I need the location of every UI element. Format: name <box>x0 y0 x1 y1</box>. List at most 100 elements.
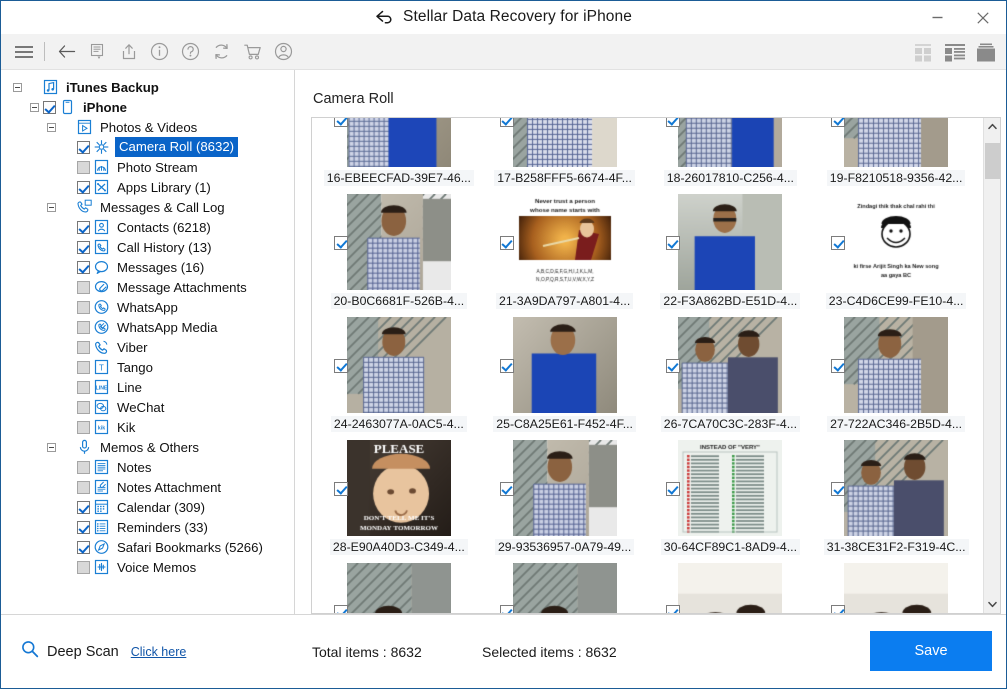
thumbnail-image[interactable] <box>512 118 617 167</box>
thumbnail-checkbox[interactable] <box>499 359 514 373</box>
thumbnail-checkbox[interactable] <box>499 118 514 127</box>
thumbnail-checkbox[interactable] <box>499 482 514 496</box>
sidebar-item-memos-others[interactable]: Memos & Others <box>1 437 294 457</box>
sidebar-item-messages-call-log[interactable]: Messages & Call Log <box>1 197 294 217</box>
item-checkbox[interactable] <box>77 420 90 434</box>
item-checkbox[interactable] <box>77 500 90 514</box>
item-checkbox[interactable] <box>77 540 90 554</box>
thumbnail-cell[interactable]: 30-64CF89C1-8AD9-4... <box>648 437 814 560</box>
save-button[interactable]: Save <box>870 631 992 671</box>
sidebar-item-line[interactable]: LINE Line <box>1 377 294 397</box>
item-checkbox[interactable] <box>77 380 90 394</box>
thumbnail-cell[interactable] <box>316 560 482 613</box>
thumbnail-checkbox[interactable] <box>831 605 846 613</box>
thumbnail-image[interactable] <box>844 440 949 536</box>
thumbnail-cell[interactable]: 16-EBEECFAD-39E7-46... <box>316 118 482 191</box>
item-checkbox[interactable] <box>77 300 90 314</box>
scroll-up-button[interactable] <box>984 118 1001 135</box>
thumbnail-image[interactable] <box>512 563 617 613</box>
thumbnail-checkbox[interactable] <box>334 236 348 250</box>
item-checkbox[interactable] <box>77 220 90 234</box>
item-checkbox[interactable] <box>77 260 90 274</box>
thumbnail-cell[interactable]: 27-722AC346-2B5D-4... <box>813 314 979 437</box>
sidebar-item-tango[interactable]: T Tango <box>1 357 294 377</box>
large-icons-view-icon[interactable] <box>973 40 998 65</box>
thumbnail-image[interactable] <box>678 194 783 290</box>
thumbnail-image[interactable] <box>512 440 617 536</box>
account-icon[interactable] <box>268 37 299 67</box>
item-checkbox[interactable] <box>43 100 56 114</box>
thumbnail-checkbox[interactable] <box>334 359 348 373</box>
sidebar-item-safari-bookmarks-5266[interactable]: Safari Bookmarks (5266) <box>1 537 294 557</box>
list-view-icon[interactable] <box>942 40 967 65</box>
list-dropdown-icon[interactable] <box>82 37 113 67</box>
item-checkbox[interactable] <box>77 460 90 474</box>
thumbnail-image[interactable] <box>844 563 949 613</box>
thumbnail-cell[interactable]: 20-B0C6681F-526B-4... <box>316 191 482 314</box>
item-checkbox[interactable] <box>77 240 90 254</box>
sidebar-item-iphone[interactable]: iPhone <box>1 97 294 117</box>
thumbnail-cell[interactable]: 21-3A9DA797-A801-4... <box>482 191 648 314</box>
item-checkbox[interactable] <box>77 560 90 574</box>
thumbnail-checkbox[interactable] <box>831 359 846 373</box>
thumbnail-checkbox[interactable] <box>831 118 846 127</box>
thumbnail-image[interactable] <box>678 563 783 613</box>
scroll-down-button[interactable] <box>984 596 1001 613</box>
thumbnail-cell[interactable]: 24-2463077A-0AC5-4... <box>316 314 482 437</box>
thumbnail-image[interactable] <box>346 440 451 536</box>
sidebar-item-viber[interactable]: Viber <box>1 337 294 357</box>
collapse-expander-icon[interactable] <box>47 122 56 132</box>
thumbnail-cell[interactable] <box>813 560 979 613</box>
refresh-icon[interactable] <box>206 37 237 67</box>
thumbnail-cell[interactable]: 31-38CE31F2-F319-4C... <box>813 437 979 560</box>
thumbnail-checkbox[interactable] <box>831 236 846 250</box>
thumbnail-image[interactable] <box>844 194 949 290</box>
sidebar-item-photos-videos[interactable]: Photos & Videos <box>1 117 294 137</box>
close-button[interactable] <box>960 1 1006 34</box>
item-checkbox[interactable] <box>77 340 90 354</box>
thumbnail-image[interactable] <box>346 317 451 413</box>
thumbnail-cell[interactable]: 23-C4D6CE99-FE10-4... <box>813 191 979 314</box>
scrollbar-thumb[interactable] <box>984 143 1000 179</box>
item-checkbox[interactable] <box>77 320 90 334</box>
item-checkbox[interactable] <box>77 480 90 494</box>
sidebar-item-apps-library-1[interactable]: Apps Library (1) <box>1 177 294 197</box>
thumbnail-image[interactable] <box>844 118 949 167</box>
sidebar-item-voice-memos[interactable]: Voice Memos <box>1 557 294 577</box>
item-checkbox[interactable] <box>77 180 90 194</box>
sidebar-item-camera-roll-8632[interactable]: Camera Roll (8632) <box>1 137 294 157</box>
scrollbar-track[interactable] <box>984 135 1001 596</box>
vertical-scrollbar[interactable] <box>983 118 1000 613</box>
thumbnail-checkbox[interactable] <box>334 605 348 613</box>
thumbnail-checkbox[interactable] <box>831 482 846 496</box>
thumbnail-image[interactable] <box>678 440 783 536</box>
thumbnail-checkbox[interactable] <box>499 236 514 250</box>
thumbnail-cell[interactable]: 26-7CA70C3C-283F-4... <box>648 314 814 437</box>
menu-icon[interactable] <box>8 37 39 67</box>
item-checkbox[interactable] <box>77 520 90 534</box>
sidebar-item-messages-16[interactable]: Messages (16) <box>1 257 294 277</box>
collapse-expander-icon[interactable] <box>47 442 56 452</box>
help-icon[interactable] <box>175 37 206 67</box>
thumbnail-image[interactable] <box>678 317 783 413</box>
thumbnail-checkbox[interactable] <box>665 236 680 250</box>
thumbnail-checkbox[interactable] <box>334 482 348 496</box>
item-checkbox[interactable] <box>77 280 90 294</box>
thumbnail-image[interactable] <box>346 118 451 167</box>
sidebar-item-itunes-backup[interactable]: iTunes Backup <box>1 77 294 97</box>
collapse-expander-icon[interactable] <box>30 102 39 112</box>
thumbnail-checkbox[interactable] <box>665 359 680 373</box>
thumbnail-image[interactable] <box>844 317 949 413</box>
thumbnail-image[interactable] <box>346 563 451 613</box>
sidebar-item-photo-stream[interactable]: Photo Stream <box>1 157 294 177</box>
thumbnail-image[interactable] <box>678 118 783 167</box>
tiles-view-icon[interactable] <box>911 40 936 65</box>
sidebar-item-notes-attachment[interactable]: Notes Attachment <box>1 477 294 497</box>
sidebar-item-contacts-6218[interactable]: Contacts (6218) <box>1 217 294 237</box>
collapse-expander-icon[interactable] <box>47 202 56 212</box>
share-icon[interactable] <box>113 37 144 67</box>
sidebar-item-whatsapp-media[interactable]: WhatsApp Media <box>1 317 294 337</box>
sidebar-item-calendar-309[interactable]: Calendar (309) <box>1 497 294 517</box>
thumbnail-checkbox[interactable] <box>665 118 680 127</box>
deep-scan-link[interactable]: Click here <box>131 645 187 659</box>
